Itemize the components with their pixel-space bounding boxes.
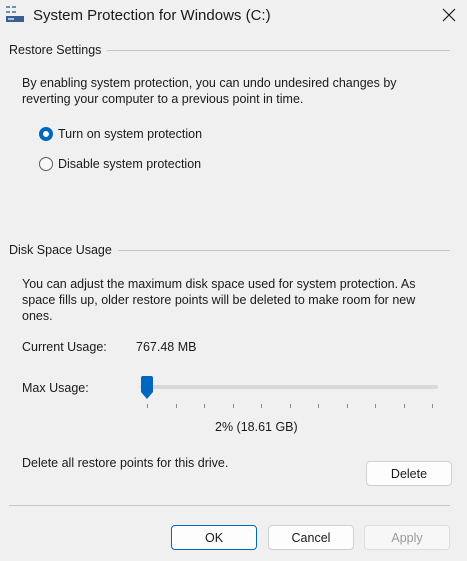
slider-tick xyxy=(147,404,148,408)
system-protection-icon xyxy=(6,6,26,22)
slider-tick xyxy=(232,404,234,408)
slider-tick xyxy=(346,404,348,408)
restore-desc-line1: By enabling system protection, you can u… xyxy=(22,76,397,90)
disk-space-heading: Disk Space Usage xyxy=(9,243,118,257)
slider-tick xyxy=(204,404,205,408)
disk-space-description: You can adjust the maximum disk space us… xyxy=(22,276,462,324)
cancel-button[interactable]: Cancel xyxy=(268,525,354,550)
radio-selected-indicator[interactable] xyxy=(39,127,53,141)
apply-button[interactable]: Apply xyxy=(364,525,450,550)
radio-turn-on-protection[interactable]: Turn on system protection xyxy=(39,127,202,141)
restore-desc-line2: reverting your computer to a previous po… xyxy=(22,92,304,106)
disk-desc-line1: You can adjust the maximum disk space us… xyxy=(22,277,416,291)
slider-tick xyxy=(375,404,376,408)
slider-tick xyxy=(261,404,262,408)
delete-restore-points-text: Delete all restore points for this drive… xyxy=(22,456,229,470)
slider-tick xyxy=(289,404,291,408)
footer-separator xyxy=(9,505,450,506)
max-usage-label: Max Usage: xyxy=(22,381,89,395)
radio-turn-on-label: Turn on system protection xyxy=(58,127,203,141)
radio-disable-label: Disable system protection xyxy=(58,157,202,171)
disk-desc-line3: ones. xyxy=(22,309,53,323)
window-title: System Protection for Windows (C:) xyxy=(33,7,271,24)
current-usage-value: 767.48 MB xyxy=(136,340,197,354)
slider-tick xyxy=(318,404,319,408)
restore-settings-heading: Restore Settings xyxy=(9,43,108,57)
slider-tick xyxy=(403,404,405,408)
disk-desc-line2: space fills up, older restore points wil… xyxy=(22,293,416,307)
radio-disable-protection[interactable]: Disable system protection xyxy=(39,157,201,171)
max-usage-slider-thumb[interactable] xyxy=(140,376,154,400)
ok-button[interactable]: OK xyxy=(171,525,257,550)
delete-button[interactable]: Delete xyxy=(366,461,452,486)
restore-settings-description: By enabling system protection, you can u… xyxy=(22,75,452,107)
slider-tick xyxy=(432,404,433,408)
max-usage-value: 2% (18.61 GB) xyxy=(215,420,298,434)
slider-tick xyxy=(175,404,177,408)
close-icon xyxy=(442,8,455,22)
radio-unselected-indicator[interactable] xyxy=(39,157,53,171)
current-usage-label: Current Usage: xyxy=(22,340,107,354)
close-button[interactable] xyxy=(430,0,467,30)
max-usage-slider-track[interactable] xyxy=(140,385,438,389)
